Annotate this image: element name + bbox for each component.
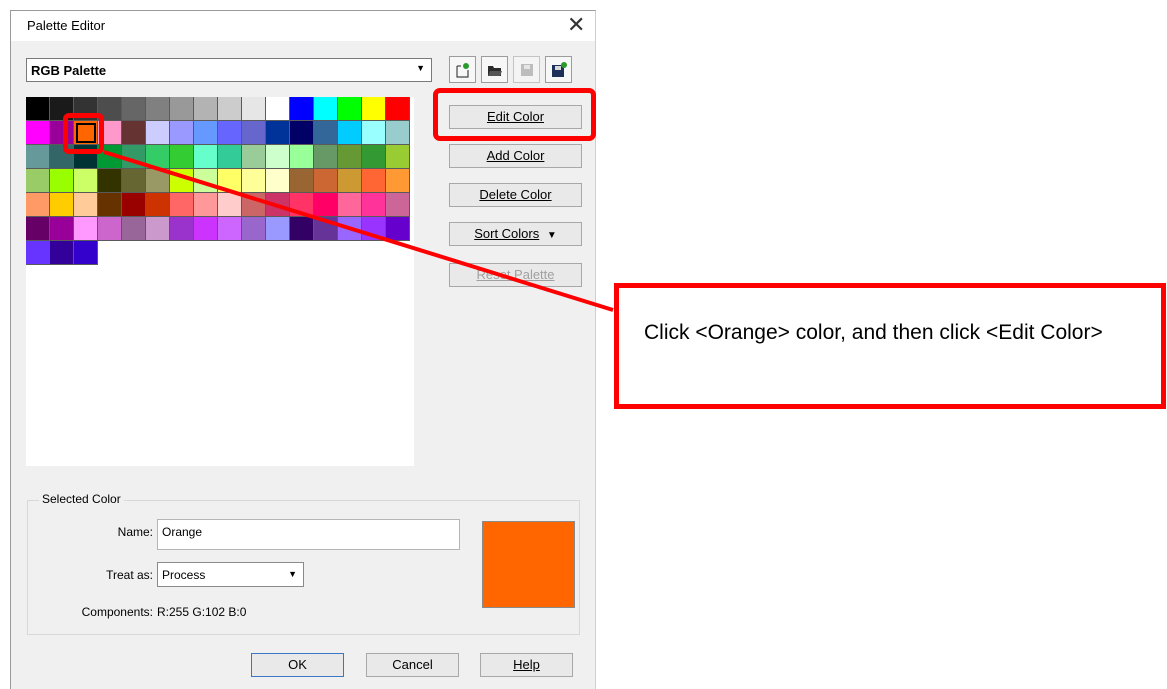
pointer-line bbox=[103, 150, 614, 312]
instruction-text: Click <Orange> color, and then click <Ed… bbox=[644, 321, 1103, 344]
instruction-callout: Click <Orange> color, and then click <Ed… bbox=[614, 283, 1166, 409]
